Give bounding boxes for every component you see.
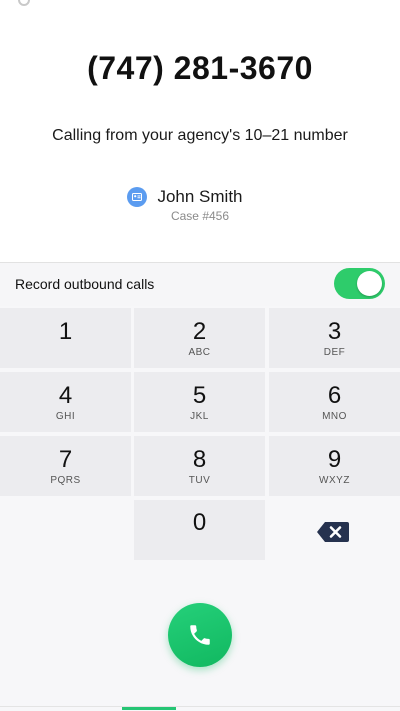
backspace-icon — [317, 522, 349, 542]
key-letters: MNO — [322, 411, 347, 422]
calling-from-text: Calling from your agency's 10–21 number — [52, 127, 348, 144]
key-digit: 7 — [58, 446, 73, 473]
key-letters: PQRS — [50, 475, 81, 486]
key-digit: 1 — [58, 318, 73, 345]
key-2[interactable]: 2 ABC — [134, 308, 265, 368]
record-calls-label: Record outbound calls — [15, 276, 155, 292]
key-4[interactable]: 4 GHI — [0, 372, 131, 432]
key-5[interactable]: 5 JKL — [134, 372, 265, 432]
key-9[interactable]: 9 WXYZ — [269, 436, 400, 496]
phone-number: (747) 281-3670 — [87, 50, 313, 86]
key-digit: 6 — [327, 382, 342, 409]
key-1[interactable]: 1 — [0, 308, 131, 368]
key-digit: 5 — [192, 382, 207, 409]
call-header: (747) 281-3670 Calling from your agency'… — [0, 0, 400, 262]
key-letters: JKL — [190, 411, 209, 422]
record-calls-toggle[interactable] — [334, 268, 385, 299]
status-indicator — [18, 0, 30, 6]
key-digit: 2 — [192, 318, 207, 345]
key-digit: 8 — [192, 446, 207, 473]
key-letters: TUV — [188, 475, 211, 486]
key-letters: DEF — [323, 347, 346, 358]
bottom-divider — [0, 706, 400, 707]
key-digit: 9 — [327, 446, 342, 473]
key-6[interactable]: 6 MNO — [269, 372, 400, 432]
home-indicator — [122, 707, 176, 710]
key-digit: 3 — [327, 318, 342, 345]
call-button[interactable] — [168, 603, 232, 667]
contact-row[interactable]: John Smith — [0, 185, 400, 209]
toggle-knob — [357, 271, 382, 296]
key-8[interactable]: 8 TUV — [134, 436, 265, 496]
key-3[interactable]: 3 DEF — [269, 308, 400, 368]
contact-card-icon — [127, 187, 148, 207]
record-calls-row: Record outbound calls — [0, 263, 400, 306]
key-letters: ABC — [188, 347, 211, 358]
key-7[interactable]: 7 PQRS — [0, 436, 131, 496]
backspace-button[interactable] — [316, 521, 350, 543]
dialer-screen: (747) 281-3670 Calling from your agency'… — [0, 0, 400, 711]
phone-icon — [190, 625, 210, 645]
contact-name: John Smith — [157, 187, 243, 206]
key-digit: 0 — [192, 509, 207, 536]
key-digit: 4 — [58, 382, 73, 409]
key-letters: GHI — [55, 411, 76, 422]
case-number: Case #456 — [170, 209, 230, 223]
key-0[interactable]: 0 — [134, 500, 265, 560]
key-letters: WXYZ — [319, 475, 350, 486]
